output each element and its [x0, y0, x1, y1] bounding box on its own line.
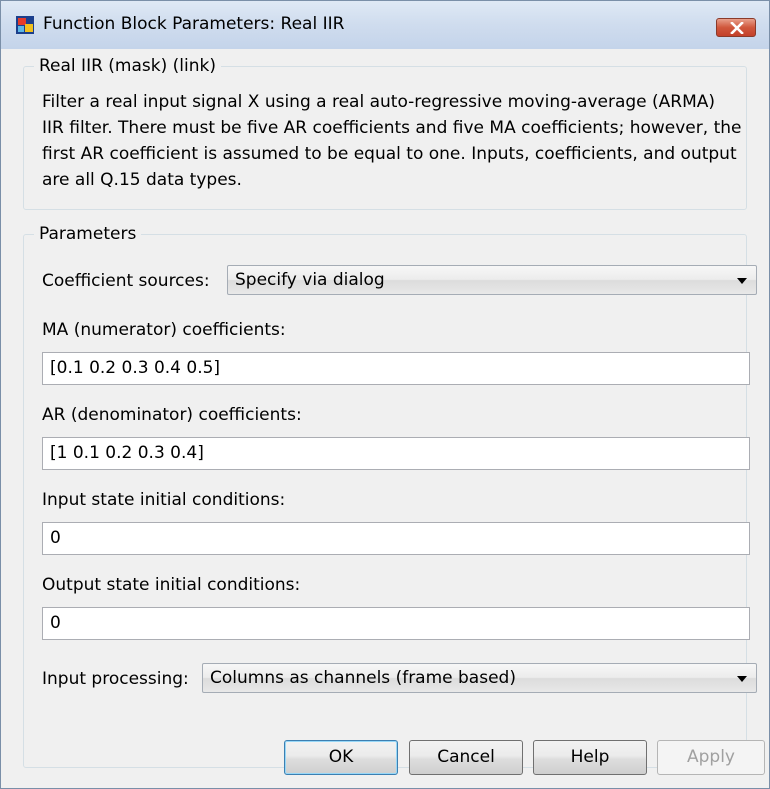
coefficient-sources-dropdown[interactable]: Specify via dialog	[227, 265, 757, 295]
output-state-label: Output state initial conditions:	[42, 575, 301, 595]
description-text: Filter a real input signal X using a rea…	[42, 92, 742, 190]
input-state-value: 0	[50, 528, 61, 548]
ar-coefficients-label: AR (denominator) coefficients:	[42, 405, 302, 425]
output-state-field[interactable]: 0	[42, 607, 750, 640]
cancel-button[interactable]: Cancel	[409, 740, 523, 775]
coefficient-sources-value: Specify via dialog	[235, 270, 385, 290]
parameters-group: Parameters Coefficient sources: Specify …	[23, 224, 757, 768]
apply-button[interactable]: Apply	[657, 740, 765, 775]
input-state-field[interactable]: 0	[42, 522, 750, 555]
title-bar[interactable]: Function Block Parameters: Real IIR	[1, 1, 769, 49]
dialog-content: Real IIR (mask) (link) Filter a real inp…	[9, 49, 765, 780]
chevron-down-icon	[737, 278, 747, 284]
ma-coefficients-value: [0.1 0.2 0.3 0.4 0.5]	[50, 358, 221, 378]
close-button[interactable]	[716, 18, 756, 37]
ar-coefficients-field[interactable]: [1 0.1 0.2 0.3 0.4]	[42, 437, 750, 470]
window-title: Function Block Parameters: Real IIR	[43, 14, 345, 34]
description-legend: Real IIR (mask) (link)	[34, 56, 221, 76]
help-button[interactable]: Help	[533, 740, 647, 775]
dialog-window: Function Block Parameters: Real IIR Real…	[0, 0, 770, 789]
input-processing-value: Columns as channels (frame based)	[210, 668, 516, 688]
simulink-block-icon	[15, 15, 35, 35]
parameters-legend: Parameters	[34, 224, 142, 244]
description-group: Real IIR (mask) (link) Filter a real inp…	[23, 56, 747, 210]
ma-coefficients-field[interactable]: [0.1 0.2 0.3 0.4 0.5]	[42, 352, 750, 385]
input-processing-dropdown[interactable]: Columns as channels (frame based)	[202, 663, 757, 693]
close-icon	[730, 22, 744, 34]
input-processing-label: Input processing:	[42, 669, 189, 689]
chevron-down-icon	[737, 676, 747, 682]
output-state-value: 0	[50, 613, 61, 633]
input-state-label: Input state initial conditions:	[42, 490, 286, 510]
coefficient-sources-label: Coefficient sources:	[42, 271, 210, 291]
ok-button[interactable]: OK	[284, 740, 398, 775]
ar-coefficients-value: [1 0.1 0.2 0.3 0.4]	[50, 443, 204, 463]
ma-coefficients-label: MA (numerator) coefficients:	[42, 320, 286, 340]
